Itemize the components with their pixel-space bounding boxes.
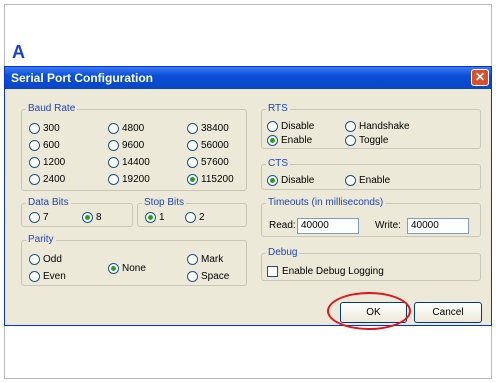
radio-icon bbox=[187, 271, 198, 282]
stop-bits-option-2[interactable]: 2 bbox=[185, 212, 205, 223]
write-label: Write: bbox=[375, 220, 401, 231]
radio-icon bbox=[345, 135, 356, 146]
parity-option-none[interactable]: None bbox=[108, 263, 146, 274]
parity-option-mark[interactable]: Mark bbox=[187, 254, 223, 265]
radio-selected-icon bbox=[267, 175, 278, 186]
radio-icon bbox=[29, 140, 40, 151]
radio-icon bbox=[108, 174, 119, 185]
cts-option-enable[interactable]: Enable bbox=[345, 175, 390, 186]
radio-icon bbox=[108, 157, 119, 168]
data-bits-option-7[interactable]: 7 bbox=[29, 212, 49, 223]
baud-option-19200[interactable]: 19200 bbox=[108, 174, 150, 185]
baud-option-115200[interactable]: 115200 bbox=[187, 174, 234, 185]
radio-icon bbox=[185, 212, 196, 223]
cancel-button[interactable]: Cancel bbox=[414, 302, 482, 323]
parity-option-space[interactable]: Space bbox=[187, 271, 229, 282]
baud-option-14400[interactable]: 14400 bbox=[108, 157, 150, 168]
baud-option-9600[interactable]: 9600 bbox=[108, 140, 144, 151]
baud-rate-legend: Baud Rate bbox=[26, 103, 78, 114]
radio-icon bbox=[187, 157, 198, 168]
rts-option-handshake[interactable]: Handshake bbox=[345, 121, 410, 132]
radio-icon bbox=[29, 123, 40, 134]
baud-option-300[interactable]: 300 bbox=[29, 123, 60, 134]
debug-legend: Debug bbox=[266, 247, 300, 258]
radio-selected-icon bbox=[145, 212, 156, 223]
data-bits-legend: Data Bits bbox=[26, 197, 71, 208]
baud-option-2400[interactable]: 2400 bbox=[29, 174, 65, 185]
radio-icon bbox=[345, 175, 356, 186]
parity-option-even[interactable]: Even bbox=[29, 271, 66, 282]
rts-legend: RTS bbox=[266, 103, 290, 114]
window-title: Serial Port Configuration bbox=[11, 71, 154, 85]
panel-label: A bbox=[12, 42, 25, 62]
cts-option-disable[interactable]: Disable bbox=[267, 175, 314, 186]
baud-option-600[interactable]: 600 bbox=[29, 140, 60, 151]
radio-icon bbox=[187, 254, 198, 265]
write-timeout-field[interactable]: 40000 bbox=[407, 218, 469, 234]
radio-selected-icon bbox=[108, 263, 119, 274]
data-bits-option-8[interactable]: 8 bbox=[82, 212, 102, 223]
close-icon: ✕ bbox=[474, 70, 486, 84]
baud-option-38400[interactable]: 38400 bbox=[187, 123, 229, 134]
baud-option-4800[interactable]: 4800 bbox=[108, 123, 144, 134]
parity-option-odd[interactable]: Odd bbox=[29, 254, 62, 265]
baud-option-57600[interactable]: 57600 bbox=[187, 157, 229, 168]
timeouts-legend: Timeouts (in milliseconds) bbox=[266, 197, 386, 208]
stop-bits-legend: Stop Bits bbox=[142, 197, 187, 208]
radio-icon bbox=[187, 140, 198, 151]
close-button[interactable]: ✕ bbox=[471, 69, 489, 86]
radio-icon bbox=[108, 123, 119, 134]
serial-port-dialog: Serial Port Configuration ✕ Baud Rate 30… bbox=[4, 66, 492, 326]
checkbox-icon bbox=[267, 266, 278, 277]
radio-icon bbox=[267, 121, 278, 132]
ok-highlight-circle bbox=[327, 292, 411, 330]
radio-icon bbox=[29, 174, 40, 185]
read-label: Read: bbox=[269, 220, 296, 231]
radio-icon bbox=[29, 271, 40, 282]
read-timeout-field[interactable]: 40000 bbox=[297, 218, 359, 234]
rts-option-toggle[interactable]: Toggle bbox=[345, 135, 388, 146]
radio-icon bbox=[29, 212, 40, 223]
debug-logging-checkbox[interactable]: Enable Debug Logging bbox=[267, 266, 384, 277]
rts-option-enable[interactable]: Enable bbox=[267, 135, 312, 146]
radio-selected-icon bbox=[82, 212, 93, 223]
parity-legend: Parity bbox=[26, 234, 56, 245]
baud-option-1200[interactable]: 1200 bbox=[29, 157, 65, 168]
cts-legend: CTS bbox=[266, 158, 290, 169]
radio-icon bbox=[29, 254, 40, 265]
radio-icon bbox=[29, 157, 40, 168]
stop-bits-option-1[interactable]: 1 bbox=[145, 212, 165, 223]
radio-selected-icon bbox=[267, 135, 278, 146]
baud-option-56000[interactable]: 56000 bbox=[187, 140, 229, 151]
title-bar[interactable]: Serial Port Configuration ✕ bbox=[5, 67, 491, 89]
rts-option-disable[interactable]: Disable bbox=[267, 121, 314, 132]
radio-icon bbox=[345, 121, 356, 132]
radio-icon bbox=[108, 140, 119, 151]
radio-selected-icon bbox=[187, 174, 198, 185]
radio-icon bbox=[187, 123, 198, 134]
